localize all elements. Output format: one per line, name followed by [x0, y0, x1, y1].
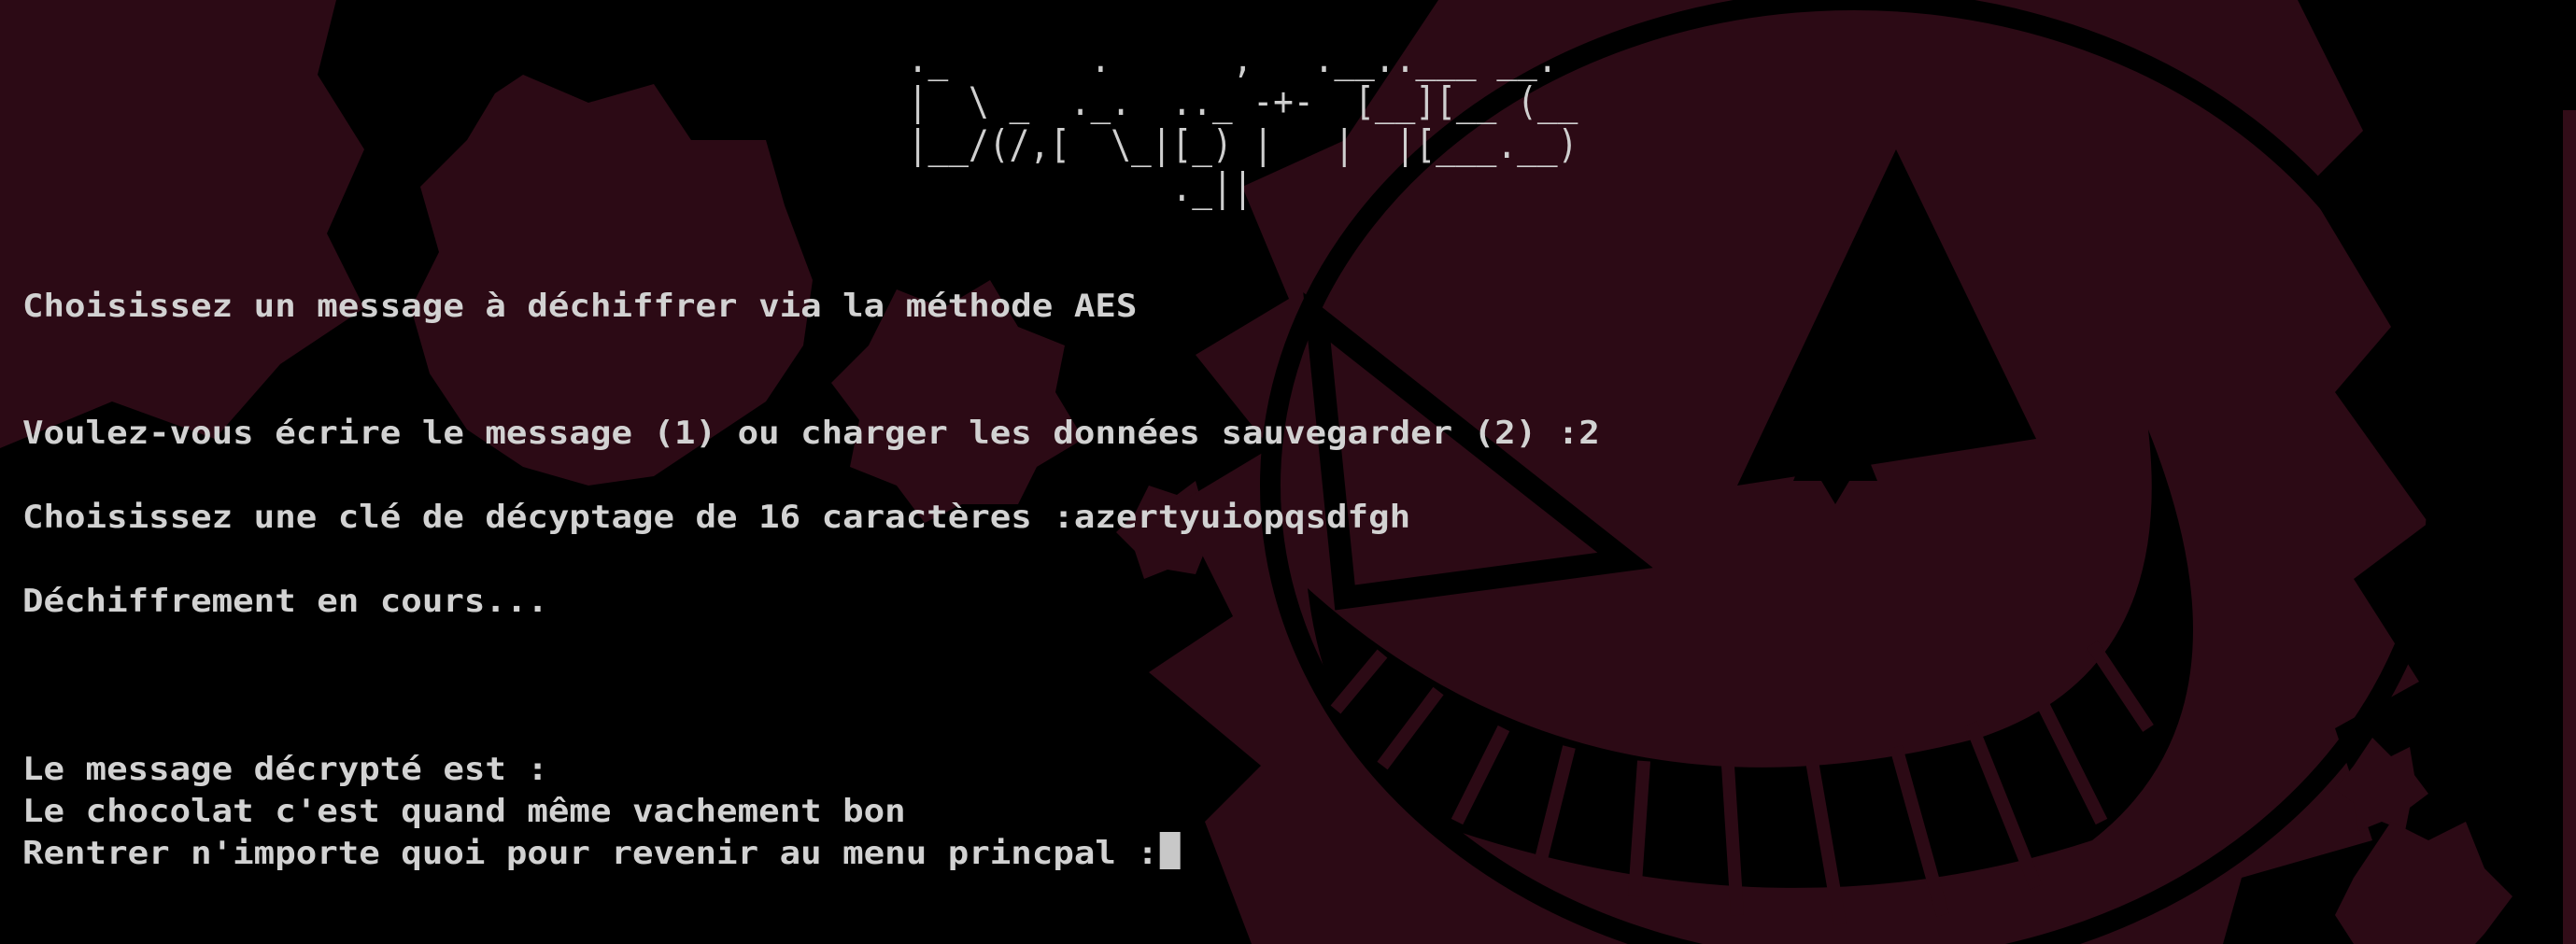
return-prompt-text: Rentrer n'importe quoi pour revenir au m… — [22, 835, 1158, 872]
status-text: Déchiffrement en cours... — [22, 583, 548, 620]
terminal-window[interactable]: ._ . , .__..___ __. | \ _ ._. .._ -+- [_… — [0, 0, 2576, 944]
decrypted-message: Le chocolat c'est quand même vachement b… — [22, 793, 906, 830]
choice-prompt: Voulez-vous écrire le message (1) ou cha… — [22, 415, 1600, 452]
ascii-banner: ._ . , .__..___ __. | \ _ ._. .._ -+- [_… — [907, 35, 1578, 210]
prompt-title: Choisissez un message à déchiffrer via l… — [22, 288, 1138, 325]
return-prompt[interactable]: Rentrer n'importe quoi pour revenir au m… — [22, 832, 1182, 875]
key-prompt: Choisissez une clé de décyptage de 16 ca… — [22, 499, 1411, 536]
result-label: Le message décrypté est : — [22, 751, 548, 788]
scrollbar[interactable] — [2563, 110, 2576, 944]
block-cursor-icon[interactable] — [1160, 832, 1182, 869]
